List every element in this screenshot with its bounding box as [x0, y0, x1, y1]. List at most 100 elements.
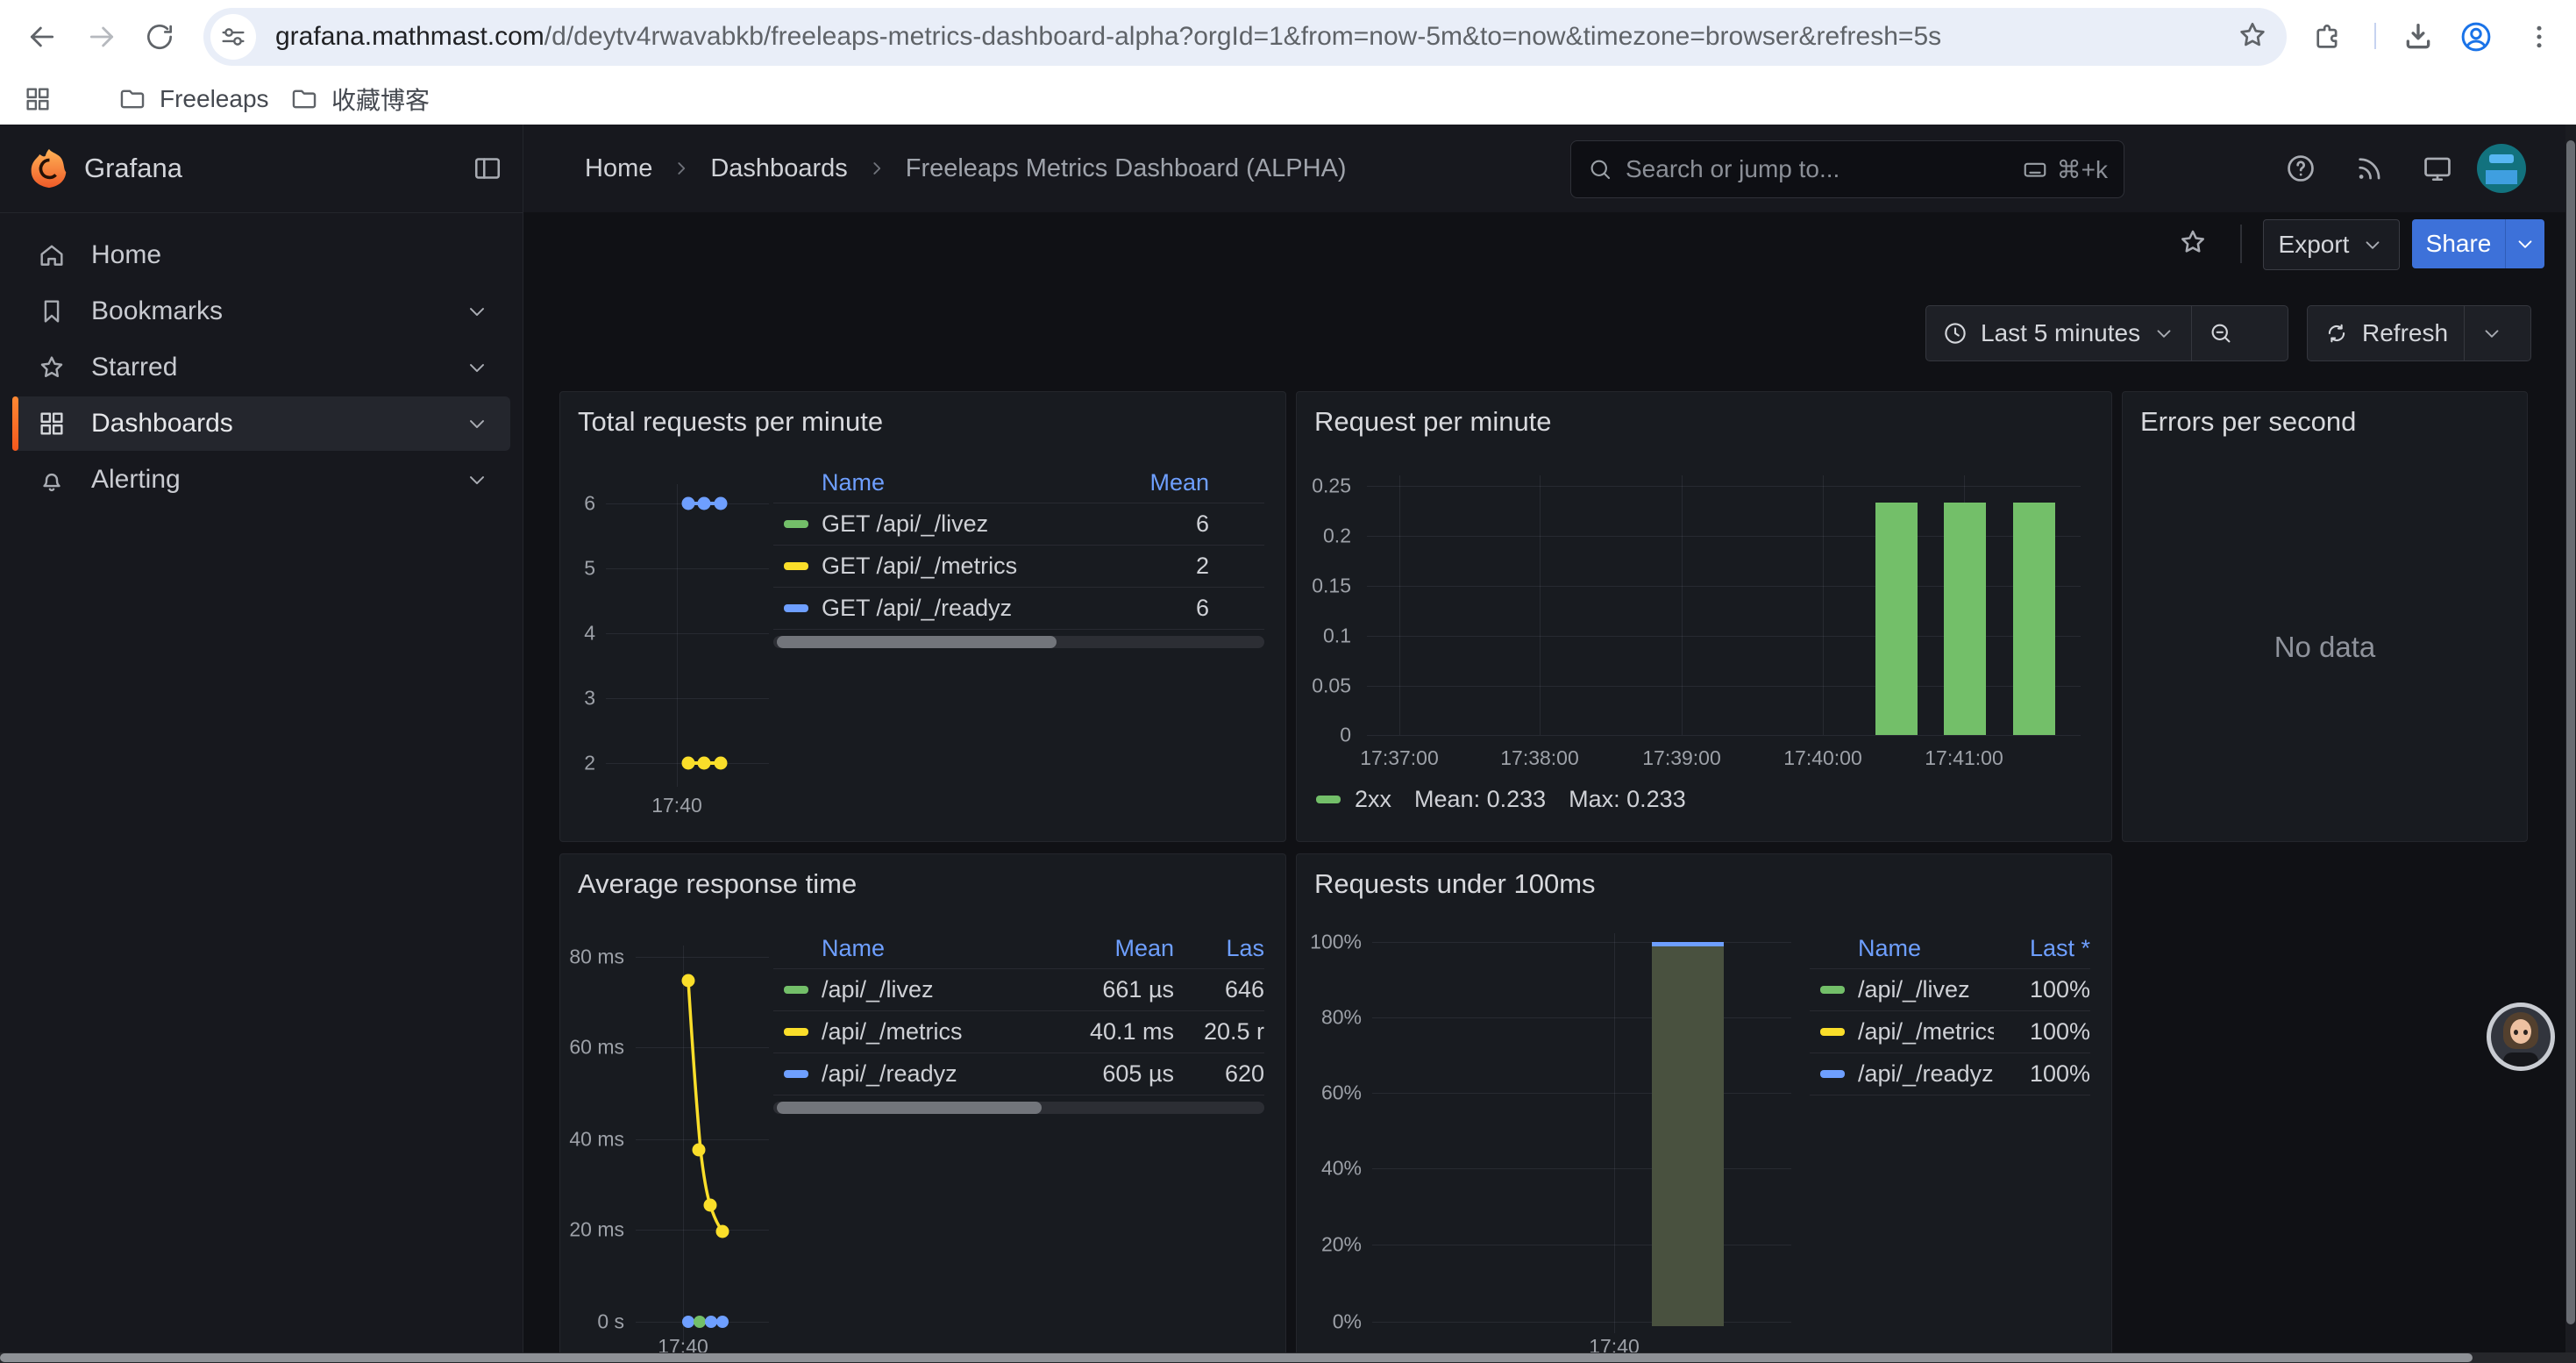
share-button[interactable]: Share [2412, 219, 2505, 268]
display-button[interactable] [2418, 149, 2457, 188]
favorite-dashboard-button[interactable] [2174, 223, 2212, 261]
legend-name-header[interactable]: Name [822, 935, 1042, 962]
series-name[interactable]: /api/_/livez [1858, 976, 1994, 1003]
chevron-down-icon[interactable] [465, 355, 489, 380]
breadcrumb-dashboards[interactable]: Dashboards [710, 154, 847, 183]
series-name[interactable]: /api/_/livez [822, 976, 1042, 1003]
bookmark-star-button[interactable] [2236, 18, 2269, 56]
share-menu-button[interactable] [2505, 219, 2544, 268]
bar-2xx [2013, 503, 2055, 735]
series-name[interactable]: GET /api/_/readyz [822, 595, 1078, 622]
sidebar-item-label: Alerting [91, 465, 181, 495]
legend-row[interactable]: /api/_/readyz 605 µs 620 [773, 1053, 1264, 1095]
legend-row[interactable]: /api/_/metrics 40.1 ms 20.5 r [773, 1011, 1264, 1053]
sidebar-item-dashboards[interactable]: Dashboards [12, 396, 510, 451]
sidebar-item-starred[interactable]: Starred [12, 340, 510, 395]
legend-scrollbar-thumb[interactable] [777, 636, 1057, 648]
series-color-pill [784, 604, 808, 612]
search-input[interactable]: Search or jump to... ⌘+k [1570, 140, 2124, 198]
panel-title[interactable]: Request per minute [1314, 406, 1552, 438]
panel-title[interactable]: Total requests per minute [578, 406, 883, 438]
legend-scrollbar[interactable] [773, 1102, 1264, 1114]
legend-row[interactable]: /api/_/livez 661 µs 646 [773, 969, 1264, 1011]
panel-title[interactable]: Errors per second [2140, 406, 2356, 438]
refresh-interval-button[interactable] [2465, 306, 2519, 360]
panel-avg-response-time: Average response time 80 ms 60 ms 40 ms … [559, 853, 1286, 1359]
legend-row[interactable]: /api/_/metrics 100% [1810, 1011, 2090, 1053]
grafana-logo[interactable] [26, 146, 72, 191]
plot-area[interactable] [636, 946, 772, 1342]
browser-back-button[interactable] [21, 16, 63, 58]
panel-legend: Name Last * /api/_/livez 100% /api/_/met… [1810, 928, 2090, 1095]
chevron-down-icon[interactable] [465, 299, 489, 324]
series-name[interactable]: /api/_/readyz [1858, 1060, 1994, 1088]
legend-row[interactable]: /api/_/readyz 100% [1810, 1053, 2090, 1095]
breadcrumb-home[interactable]: Home [585, 154, 652, 183]
y-tick: 100% [1310, 931, 1362, 954]
sidebar-item-home[interactable]: Home [12, 228, 510, 282]
profile-button[interactable] [2455, 16, 2497, 58]
legend-scrollbar-thumb[interactable] [777, 1102, 1042, 1114]
vertical-scrollbar[interactable] [2565, 125, 2576, 1363]
user-avatar[interactable] [2477, 144, 2526, 193]
zoom-out-icon [2208, 320, 2234, 346]
apps-shortcut-button[interactable] [23, 82, 53, 116]
address-bar[interactable]: grafana.mathmast.com/d/deytv4rwavabkb/fr… [203, 8, 2287, 66]
panel-errors-per-second: Errors per second No data [2122, 391, 2528, 842]
assistant-floating-button[interactable] [2487, 1003, 2555, 1071]
legend-scrollbar[interactable] [773, 636, 1264, 648]
legend-row[interactable]: GET /api/_/livez 6 [773, 503, 1264, 546]
series-color-pill [784, 520, 808, 528]
legend-header: Name Last * [1810, 928, 2090, 969]
export-label: Export [2279, 231, 2350, 259]
refresh-button[interactable]: Refresh [2308, 306, 2464, 360]
panel-title[interactable]: Average response time [578, 868, 857, 900]
series-name[interactable]: /api/_/metrics [822, 1018, 1042, 1045]
horizontal-scrollbar[interactable] [0, 1352, 2576, 1363]
plot-area[interactable] [606, 480, 772, 791]
sidebar-item-alerting[interactable]: Alerting [12, 453, 510, 507]
export-button[interactable]: Export [2263, 219, 2400, 270]
legend-name-header[interactable]: Name [1858, 935, 1994, 962]
y-tick: 3 [584, 687, 595, 710]
series-name[interactable]: GET /api/_/metrics [822, 553, 1078, 580]
time-range-picker[interactable]: Last 5 minutes [1926, 306, 2191, 360]
legend-row[interactable]: /api/_/livez 100% [1810, 969, 2090, 1011]
horizontal-scrollbar-thumb[interactable] [0, 1353, 2473, 1362]
sidebar-toggle-icon[interactable] [472, 153, 503, 184]
panel-title[interactable]: Requests under 100ms [1314, 868, 1596, 900]
url-text[interactable]: grafana.mathmast.com/d/deytv4rwavabkb/fr… [275, 22, 2236, 52]
series-name[interactable]: /api/_/metrics [1858, 1018, 1994, 1045]
zoom-out-button[interactable] [2192, 306, 2250, 360]
downloads-button[interactable] [2397, 16, 2439, 58]
extensions-button[interactable] [2306, 16, 2348, 58]
browser-menu-button[interactable] [2518, 16, 2560, 58]
legend-item-2xx[interactable]: 2xx [1316, 786, 1391, 813]
legend-mean-header[interactable]: Mean [1078, 469, 1209, 496]
legend-mean-header[interactable]: Mean [1042, 935, 1174, 962]
star-icon [2177, 226, 2209, 258]
chevron-down-icon [2361, 233, 2384, 256]
bookmark-folder-freeleaps[interactable]: Freeleaps [117, 82, 269, 116]
plot-area[interactable] [1372, 933, 1791, 1333]
series-name[interactable]: /api/_/readyz [822, 1060, 1042, 1088]
legend-name-header[interactable]: Name [822, 469, 1078, 496]
bookmark-folder-blogs[interactable]: 收藏博客 [289, 82, 430, 116]
legend-row[interactable]: GET /api/_/metrics 2 [773, 546, 1264, 588]
y-tick: 0 s [597, 1310, 624, 1334]
site-settings-button[interactable] [210, 14, 256, 60]
chevron-down-icon[interactable] [465, 467, 489, 492]
sidebar-item-bookmarks[interactable]: Bookmarks [12, 284, 510, 339]
legend-last-header[interactable]: Last * [1994, 935, 2090, 962]
series-name[interactable]: GET /api/_/livez [822, 510, 1078, 538]
browser-reload-button[interactable] [139, 16, 181, 58]
news-button[interactable] [2350, 149, 2388, 188]
vertical-scrollbar-thumb[interactable] [2566, 140, 2575, 1324]
help-button[interactable] [2281, 149, 2320, 188]
avatar-body [2503, 1053, 2538, 1067]
legend-last-header[interactable]: Las [1174, 935, 1264, 962]
sidebar-item-label: Bookmarks [91, 296, 223, 326]
browser-forward-button[interactable] [81, 16, 123, 58]
chevron-down-icon[interactable] [465, 411, 489, 436]
legend-row[interactable]: GET /api/_/readyz 6 [773, 588, 1264, 630]
